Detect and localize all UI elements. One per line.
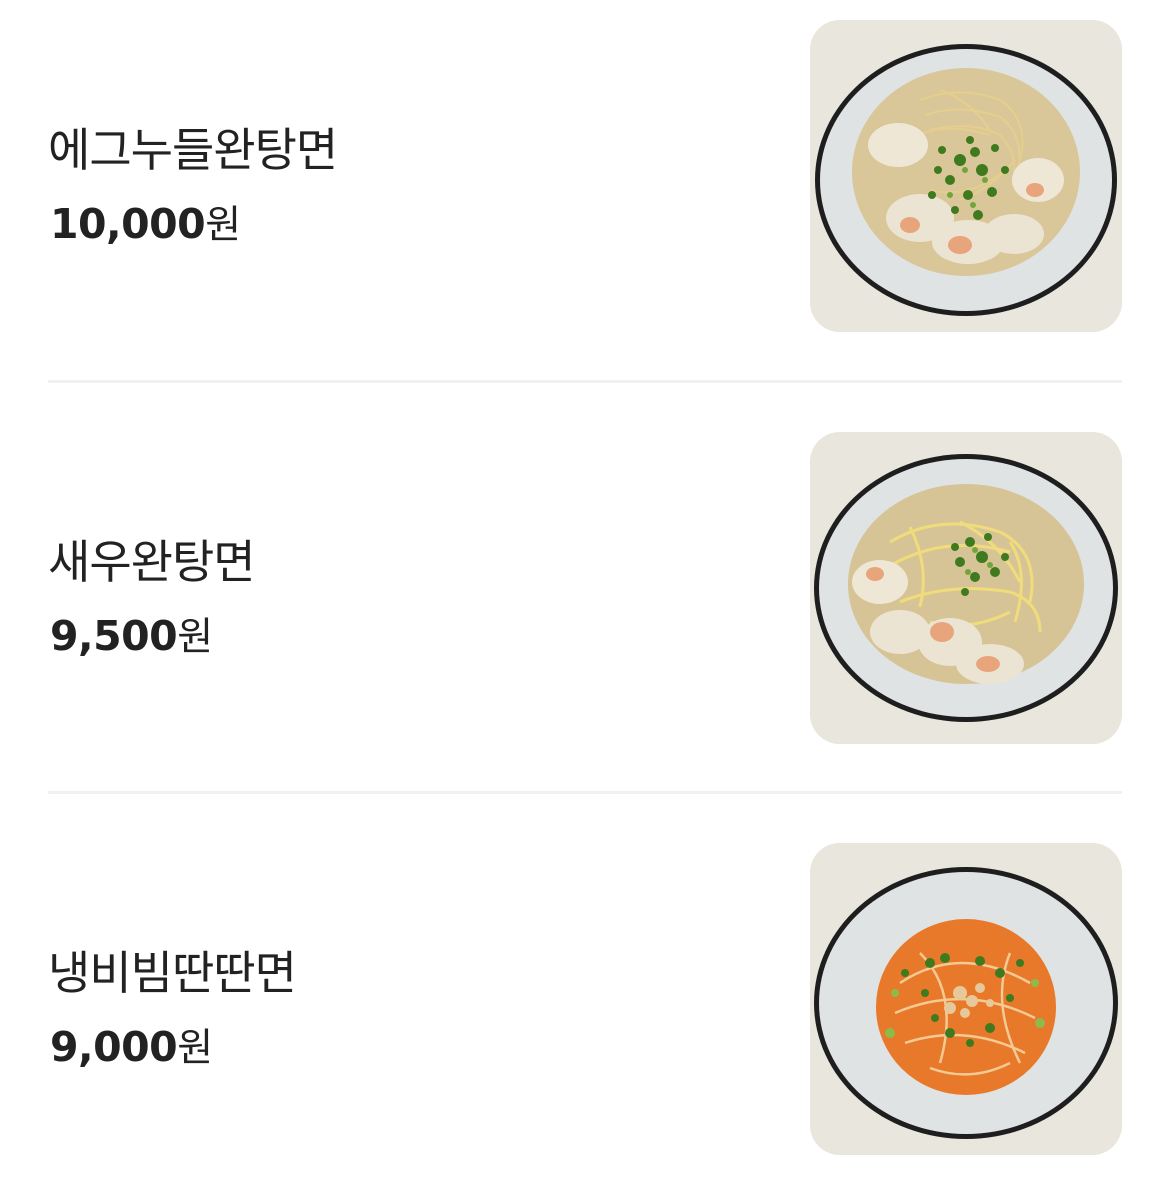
price-amount: 9,000 [50,1023,178,1071]
menu-item-price: 9,500원 [50,606,213,662]
price-currency: 원 [177,615,214,660]
cold-bibim-dandan-photo [810,843,1122,1155]
menu-item-egg-noodle-wonton[interactable]: 에그누들완탕면 10,000원 [48,20,1122,332]
menu-item-price: 9,000원 [50,1017,213,1073]
menu-item-name: 냉비빔딴딴면 [48,946,297,1000]
divider [48,791,1122,794]
price-amount: 9,500 [50,612,178,660]
menu-item-shrimp-wonton[interactable]: 새우완탕면 9,500원 [48,432,1122,744]
menu-item-name: 새우완탕면 [48,535,256,589]
egg-noodle-wonton-photo [810,20,1122,332]
price-currency: 원 [205,203,242,248]
price-currency: 원 [177,1026,214,1071]
menu-item-photo[interactable] [810,432,1122,744]
divider [48,380,1122,383]
price-amount: 10,000 [50,200,206,248]
menu-item-photo[interactable] [810,20,1122,332]
menu-item-photo[interactable] [810,843,1122,1155]
menu-item-name: 에그누들완탕면 [48,123,338,177]
menu-item-price: 10,000원 [50,194,241,250]
menu-list: 에그누들완탕면 10,000원 새우완탕면 9,500원 냉비빔딴딴면 9,00… [0,0,1170,1200]
menu-item-cold-bibim-dandan[interactable]: 냉비빔딴딴면 9,000원 [48,843,1122,1155]
shrimp-wonton-photo [810,432,1122,744]
